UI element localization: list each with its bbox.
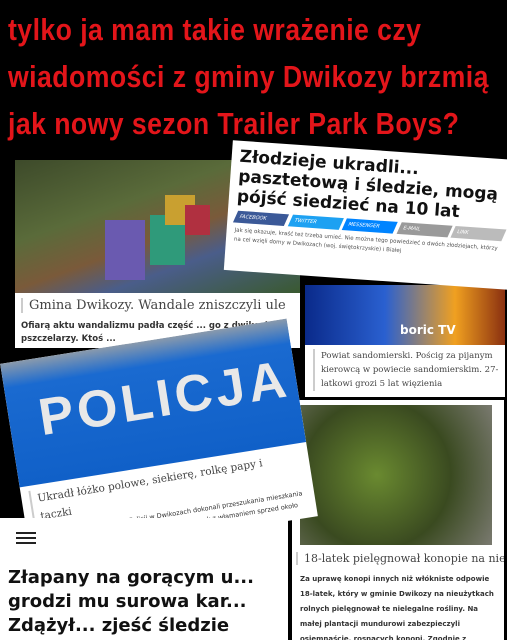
caption-line: wiadomości z gminy Dwikozy brzmią	[8, 59, 489, 94]
share-facebook-button[interactable]: Facebook	[232, 210, 289, 226]
hamburger-menu-icon[interactable]	[16, 532, 36, 544]
share-twitter-button[interactable]: Twitter	[287, 214, 344, 230]
article-card-caught[interactable]: Złapany na gorącym u... grodzi mu surowa…	[0, 518, 288, 640]
article-card-chase[interactable]: boric TV Powiat sandomierski. Pościg za …	[305, 285, 505, 397]
tv-watermark: boric TV	[400, 323, 456, 337]
caption-line: jak nowy sezon Trailer Park Boys?	[8, 106, 460, 141]
article-title[interactable]: Gmina Dwikozy. Wandale zniszczyli ule	[21, 298, 286, 313]
share-link-button[interactable]: Link	[450, 225, 507, 242]
article-title[interactable]: 18-latek pielęgnował konopie na nieużytk…	[296, 552, 504, 565]
share-email-button[interactable]: E-mail	[396, 222, 453, 238]
article-card-cannabis[interactable]: 18-latek pielęgnował konopie na nieużytk…	[292, 400, 504, 640]
police-sign-text: POLICJA	[34, 350, 294, 448]
article-title[interactable]: Powiat sandomierski. Pościg za pijanym k…	[313, 349, 501, 391]
article-headline[interactable]: Złapany na gorącym u... grodzi mu surowa…	[8, 566, 288, 638]
cannabis-photo	[300, 405, 492, 545]
police-lights-photo: boric TV	[305, 285, 505, 345]
share-messenger-button[interactable]: Messenger	[341, 218, 398, 234]
article-excerpt: Za uprawę konopi innych niż włókniste od…	[300, 575, 494, 640]
article-card-thieves[interactable]: Złodzieje ukradli... pasztetową i śledzi…	[223, 140, 507, 290]
caption-line: tylko ja mam takie wrażenie czy	[8, 12, 422, 47]
meme-caption: tylko ja mam takie wrażenie czy wiadomoś…	[8, 6, 489, 147]
